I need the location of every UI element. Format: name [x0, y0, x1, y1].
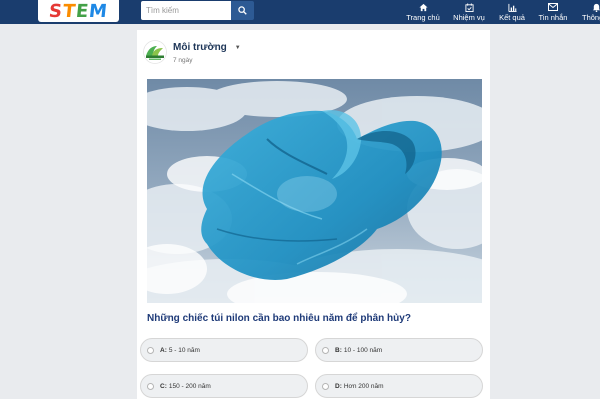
nav-item-notifications[interactable]: Thông — [578, 0, 600, 24]
bell-icon — [592, 3, 600, 12]
radio-button[interactable] — [147, 346, 154, 354]
nav-item-label: Thông — [582, 13, 600, 22]
post-author[interactable]: Môi trường ▼ — [173, 42, 241, 53]
bar-chart-icon — [507, 3, 517, 12]
avatar[interactable] — [143, 40, 167, 64]
top-navigation-bar: STEM Trang chủ Nhiệm vụ — [0, 0, 600, 24]
search-icon — [238, 6, 247, 15]
option-key: A: — [160, 346, 167, 354]
option-key: B: — [335, 346, 342, 354]
answer-option-c[interactable]: C: 150 - 200 năm — [140, 374, 308, 398]
option-text: 10 - 100 năm — [343, 346, 383, 354]
option-key: D: — [335, 382, 342, 390]
option-text: 5 - 10 năm — [168, 346, 200, 354]
environment-logo-icon — [143, 40, 167, 64]
option-text: Hơn 200 năm — [343, 382, 384, 390]
quiz-question: Những chiếc túi nilon cần bao nhiêu năm … — [147, 313, 411, 324]
nav-item-tasks[interactable]: Nhiệm vụ — [451, 0, 487, 24]
caret-down-icon[interactable]: ▼ — [235, 45, 241, 51]
author-name: Môi trường — [173, 42, 227, 53]
post-time: 7 ngày — [173, 57, 193, 64]
nav-item-label: Trang chủ — [406, 13, 440, 22]
answer-option-d[interactable]: D: Hơn 200 năm — [315, 374, 483, 398]
calendar-check-icon — [464, 2, 474, 12]
stem-logo[interactable]: STEM — [38, 0, 119, 22]
post-card: Môi trường ▼ 7 ngày Những chiếc túi nilo… — [137, 30, 490, 399]
nav-item-messages[interactable]: Tin nhắn — [536, 0, 570, 24]
nav-item-label: Nhiệm vụ — [453, 13, 485, 22]
option-text: 150 - 200 năm — [168, 382, 211, 390]
envelope-icon — [548, 3, 558, 11]
nav-item-results[interactable]: Kết quả — [496, 0, 528, 24]
answer-option-b[interactable]: B: 10 - 100 năm — [315, 338, 483, 362]
search-box — [141, 1, 254, 20]
nav-item-label: Kết quả — [499, 13, 525, 22]
nav-item-label: Tin nhắn — [538, 13, 568, 22]
answer-option-a[interactable]: A: 5 - 10 năm — [140, 338, 308, 362]
plastic-bag-image — [147, 79, 482, 303]
radio-button[interactable] — [322, 346, 329, 354]
search-input[interactable] — [141, 1, 231, 20]
search-button[interactable] — [231, 1, 254, 20]
radio-button[interactable] — [147, 382, 154, 390]
radio-button[interactable] — [322, 382, 329, 390]
option-key: C: — [160, 382, 167, 390]
nav-item-home[interactable]: Trang chủ — [404, 0, 442, 24]
home-icon — [418, 3, 428, 11]
post-image — [147, 79, 482, 303]
